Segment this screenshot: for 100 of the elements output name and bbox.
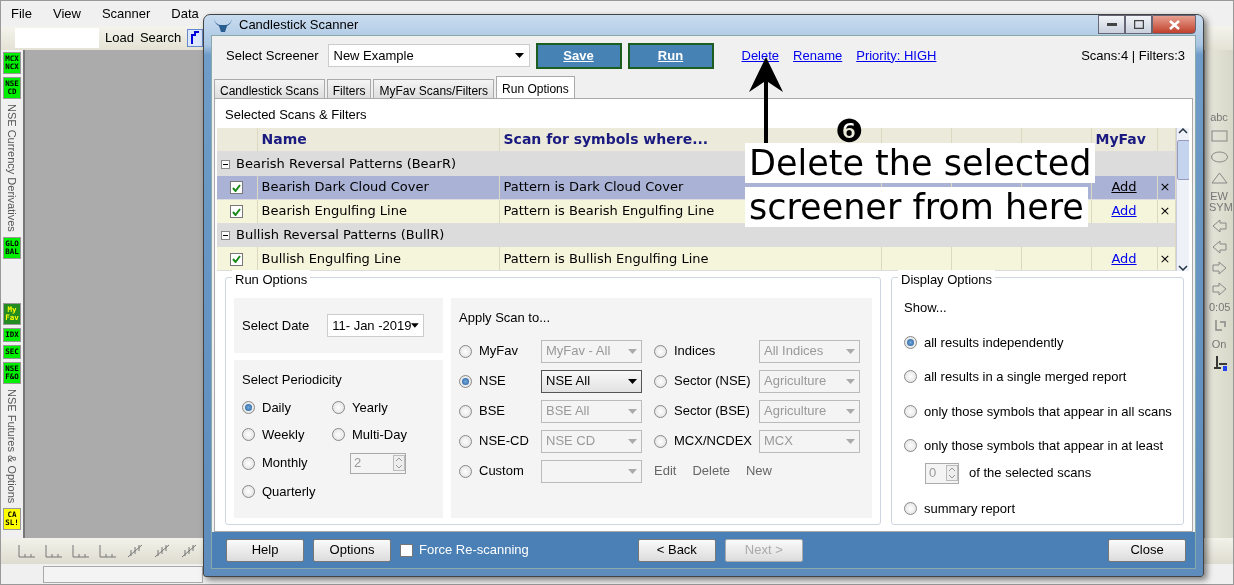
date-picker[interactable]: 11- Jan -2019 bbox=[327, 314, 425, 337]
group-label: Bearish Reversal Patterns (BearR) bbox=[236, 156, 457, 172]
caret-icon bbox=[628, 468, 637, 474]
radio-button[interactable] bbox=[459, 374, 472, 388]
radio-label[interactable]: Monthly bbox=[262, 453, 308, 473]
search-button[interactable]: Search bbox=[139, 28, 182, 48]
table-row[interactable]: Bullish Engulfing Line Pattern is Bullish Engulfing Line Add × bbox=[217, 246, 1175, 271]
checkbox[interactable] bbox=[230, 252, 244, 266]
ruler-icon[interactable] bbox=[98, 543, 118, 559]
screener-dropdown[interactable]: New Example bbox=[327, 44, 530, 67]
menu-item[interactable]: Scanner bbox=[101, 3, 151, 24]
radio-label[interactable]: only those symbols that appear in all scans bbox=[924, 401, 1172, 421]
search-field[interactable] bbox=[15, 28, 99, 48]
link[interactable]: Priority: HIGH bbox=[856, 45, 937, 66]
triangle-icon[interactable] bbox=[1209, 170, 1229, 186]
tool-label[interactable]: abc bbox=[1209, 112, 1229, 123]
collapse-icon[interactable] bbox=[221, 231, 230, 241]
radio-button[interactable] bbox=[904, 404, 917, 418]
field-label: Apply Scan to... bbox=[459, 309, 552, 327]
ellipse-icon[interactable] bbox=[1209, 149, 1229, 165]
radio-label[interactable]: all results in a single merged report bbox=[924, 367, 1127, 387]
table-cell: Bullish Engulfing Line bbox=[261, 250, 402, 266]
radio-label[interactable]: only those symbols that appear in at least bbox=[924, 436, 1164, 456]
checkbox[interactable] bbox=[230, 205, 244, 219]
radio-label[interactable]: Weekly bbox=[262, 425, 305, 445]
radio-label[interactable]: Quarterly bbox=[262, 481, 316, 501]
radio-label[interactable]: Daily bbox=[262, 397, 291, 417]
ruler-icon[interactable] bbox=[44, 543, 64, 559]
menu-item[interactable]: File bbox=[11, 3, 32, 24]
field-label: Select Screener bbox=[226, 46, 319, 65]
table-cell: Bearish Dark Cloud Cover bbox=[261, 179, 429, 195]
minimize-button[interactable] bbox=[1098, 15, 1125, 34]
dropdown[interactable]: NSE All bbox=[541, 369, 642, 393]
group-title: Display Options bbox=[898, 270, 996, 290]
radio-label[interactable]: summary report bbox=[924, 498, 1016, 518]
tab[interactable]: Candlestick Scans bbox=[214, 78, 325, 98]
check-icon bbox=[232, 207, 242, 216]
radio-button[interactable] bbox=[332, 400, 345, 414]
menu-item[interactable]: Data bbox=[171, 3, 199, 24]
radio-button[interactable] bbox=[242, 428, 255, 442]
radio-label[interactable]: NSE bbox=[479, 371, 506, 391]
tab[interactable]: MyFav Scans/Filters bbox=[373, 78, 495, 98]
help-button[interactable]: Help bbox=[226, 538, 304, 562]
chart-tool-icon[interactable] bbox=[125, 543, 145, 559]
radio-button[interactable] bbox=[904, 335, 917, 349]
radio-button[interactable] bbox=[242, 456, 255, 470]
column-header[interactable]: MyFav bbox=[1091, 128, 1157, 152]
radio-button[interactable] bbox=[904, 439, 917, 453]
spin-arrows-icon bbox=[946, 465, 958, 481]
link[interactable]: Delete bbox=[741, 45, 780, 66]
rectangle-icon[interactable] bbox=[1209, 128, 1229, 144]
caret-icon bbox=[628, 438, 637, 444]
load-button[interactable]: Load bbox=[105, 28, 134, 48]
back-button[interactable]: < Back bbox=[637, 538, 716, 562]
radio-button[interactable] bbox=[904, 370, 917, 384]
radio-button[interactable] bbox=[332, 428, 345, 442]
radio-button[interactable] bbox=[242, 400, 255, 414]
radio-button[interactable] bbox=[242, 484, 255, 498]
tab[interactable]: Run Options bbox=[496, 75, 575, 98]
collapse-icon[interactable] bbox=[221, 160, 230, 170]
field-label: Select Periodicity bbox=[242, 371, 343, 389]
check-icon bbox=[232, 183, 242, 192]
table-cell: Pattern is Bearish Engulfing Line bbox=[503, 203, 715, 219]
menu-item[interactable]: View bbox=[52, 3, 81, 24]
window-title: Candlestick Scanner bbox=[239, 16, 359, 34]
checkbox[interactable] bbox=[230, 181, 244, 195]
radio-label[interactable]: Multi-Day bbox=[352, 425, 407, 445]
right-arrow-icon[interactable] bbox=[1209, 281, 1229, 297]
maximize-button[interactable] bbox=[1125, 15, 1152, 34]
save-button[interactable]: Save bbox=[535, 42, 622, 69]
chart-tool-icon[interactable] bbox=[179, 543, 199, 559]
ruler-icon[interactable] bbox=[71, 543, 91, 559]
panel-caption: NSE Currency Derivatives bbox=[5, 103, 20, 234]
tool-icon[interactable] bbox=[187, 29, 204, 47]
prompt-label: Show... bbox=[904, 299, 948, 317]
checkbox-label[interactable]: Force Re-scanning bbox=[419, 540, 529, 560]
close-button[interactable] bbox=[1152, 15, 1196, 34]
radio-label[interactable]: all results independently bbox=[924, 332, 1064, 352]
group-title: Run Options bbox=[232, 270, 311, 290]
chart-tool-icon[interactable] bbox=[152, 543, 172, 559]
ruler-icon[interactable] bbox=[17, 543, 37, 559]
link[interactable]: Rename bbox=[793, 45, 843, 66]
caret-icon bbox=[514, 53, 524, 58]
close-button[interactable]: Close bbox=[1108, 538, 1186, 562]
radio-label[interactable]: Yearly bbox=[352, 397, 388, 417]
radio-button[interactable] bbox=[904, 501, 917, 515]
run-button[interactable]: Run bbox=[627, 42, 714, 69]
action-link[interactable]: New bbox=[746, 461, 772, 481]
scroll-up-icon bbox=[1178, 128, 1188, 134]
caret-icon bbox=[411, 323, 420, 328]
action-link[interactable]: Edit bbox=[654, 461, 677, 481]
close-icon bbox=[1168, 19, 1180, 30]
options-button[interactable]: Options bbox=[313, 538, 391, 562]
column-header[interactable]: Name bbox=[257, 128, 499, 152]
checkbox[interactable] bbox=[400, 543, 413, 557]
caret-icon bbox=[846, 408, 855, 414]
action-link[interactable]: Delete bbox=[692, 461, 730, 481]
caret-icon bbox=[846, 378, 855, 384]
tab[interactable]: Filters bbox=[326, 78, 372, 98]
right-arrow-icon[interactable] bbox=[1209, 260, 1229, 276]
